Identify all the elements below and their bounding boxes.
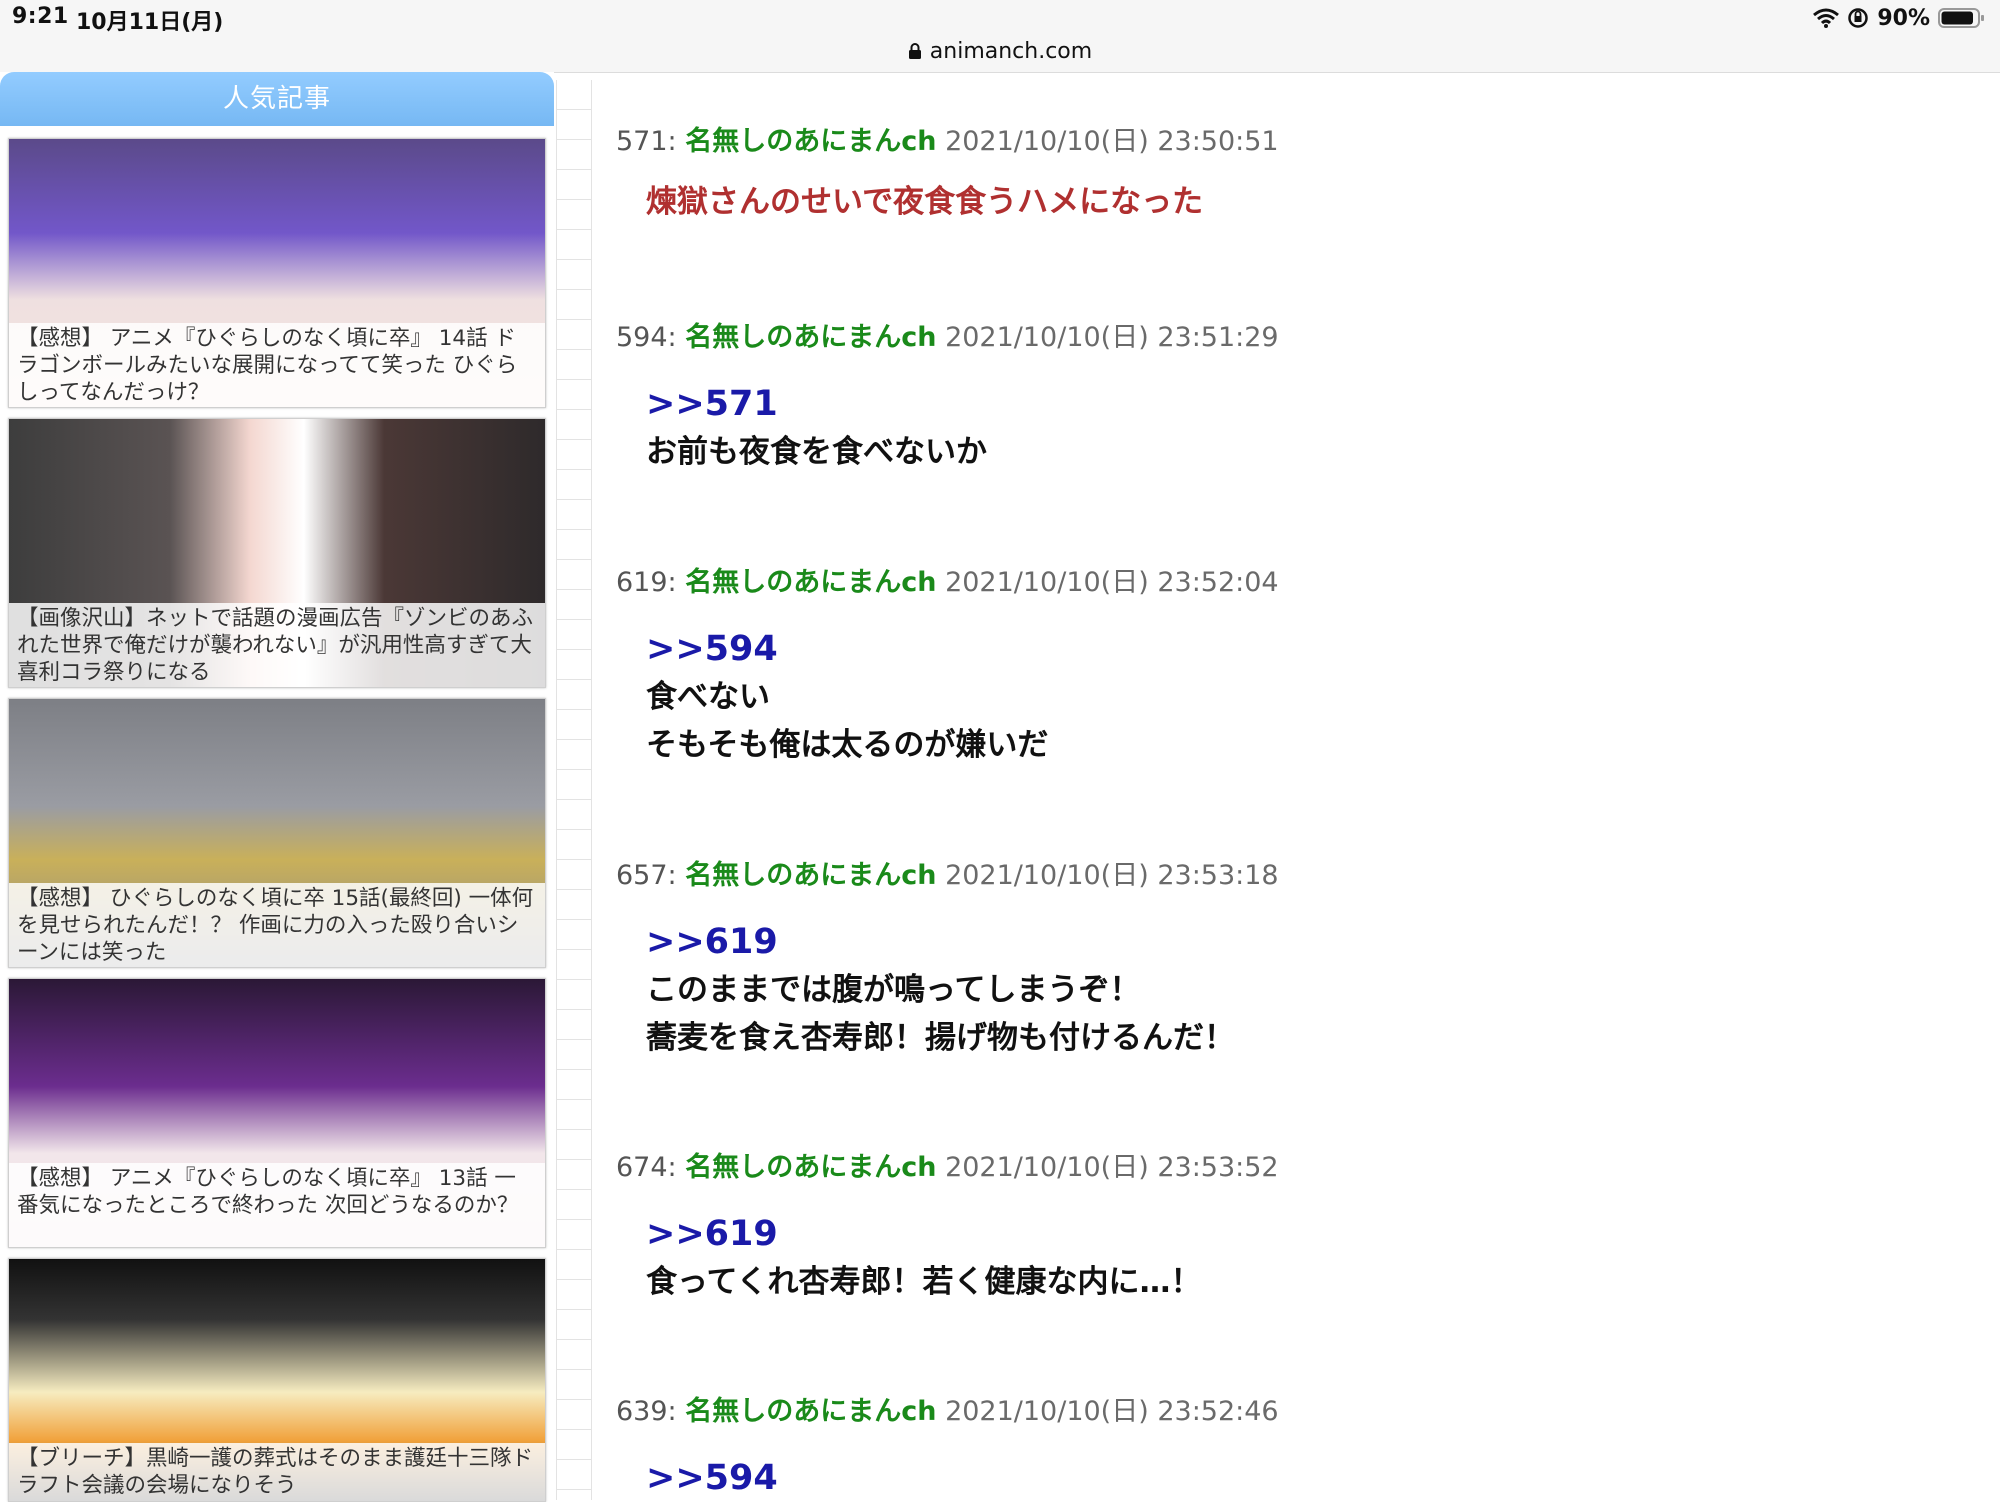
wifi-icon [1813, 8, 1840, 28]
post-body: >>571 お前も夜食を食べないか [646, 380, 1976, 476]
poster-name: 名無しのあにまんch [685, 322, 937, 353]
article-caption[interactable]: 【感想】 アニメ『ひぐらしのなく頃に卒』 14話 ドラゴンボールみたいな展開にな… [9, 323, 545, 407]
status-time: 9:21 [12, 4, 69, 29]
battery-percent: 90% [1877, 5, 1930, 31]
comment-post: 639: 名無しのあにまんch 2021/10/10(日) 23:52:46 >… [616, 1392, 1976, 1502]
post-date: 2021/10/10(日) 23:50:51 [945, 126, 1279, 157]
post-header: 639: 名無しのあにまんch 2021/10/10(日) 23:52:46 [616, 1392, 1976, 1432]
comment-post: 594: 名無しのあにまんch 2021/10/10(日) 23:51:29 >… [616, 318, 1976, 476]
post-text: 煉獄さんのせいで夜食食うハメになった [646, 184, 1204, 220]
comment-post: 657: 名無しのあにまんch 2021/10/10(日) 23:53:18 >… [616, 856, 1976, 1062]
post-number: 571: [616, 126, 677, 157]
post-text: お前も夜食を食べないか [646, 434, 987, 470]
post-date: 2021/10/10(日) 23:52:04 [945, 567, 1279, 598]
post-date: 2021/10/10(日) 23:53:18 [945, 860, 1279, 891]
article-caption[interactable]: 【感想】 アニメ『ひぐらしのなく頃に卒』 13話 一番気になったところで終わった… [9, 1163, 545, 1247]
padlock-icon [908, 42, 922, 60]
post-body: >>619 このままでは腹が鳴ってしまうぞ！ 蕎麦を食え杏寿郎！揚げ物も付けるん… [646, 918, 1976, 1062]
status-bar: 9:21 10月11日(月) 90% animanch.com [0, 0, 2000, 73]
article-caption[interactable]: 【ブリーチ】黒崎一護の葬式はそのまま護廷十三隊ドラフト会議の会場になりそう [9, 1443, 545, 1501]
poster-name: 名無しのあにまんch [685, 126, 937, 157]
post-text: 食ってくれ杏寿郎！若く健康な内に…！ [646, 1264, 1202, 1300]
post-number: 619: [616, 567, 677, 598]
post-header: 571: 名無しのあにまんch 2021/10/10(日) 23:50:51 [616, 122, 1976, 162]
poster-name: 名無しのあにまんch [685, 1152, 937, 1183]
post-number: 657: [616, 860, 677, 891]
status-date: 10月11日(月) [76, 10, 224, 35]
reply-anchor-link[interactable]: >>594 [646, 625, 1976, 673]
battery-icon [1938, 7, 1986, 29]
rotation-lock-icon [1847, 7, 1869, 29]
post-header: 674: 名無しのあにまんch 2021/10/10(日) 23:53:52 [616, 1148, 1976, 1188]
post-body: >>594 食べない そもそも俺は太るのが嫌いだ [646, 625, 1976, 769]
poster-name: 名無しのあにまんch [685, 1396, 937, 1427]
reply-anchor-link[interactable]: >>594 [646, 1454, 1976, 1502]
post-header: 619: 名無しのあにまんch 2021/10/10(日) 23:52:04 [616, 563, 1976, 603]
popular-articles-sidebar: 人気記事 【感想】 アニメ『ひぐらしのなく頃に卒』 14話 ドラゴンボールみたい… [0, 72, 554, 1502]
post-number: 674: [616, 1152, 677, 1183]
post-date: 2021/10/10(日) 23:51:29 [945, 322, 1279, 353]
article-caption[interactable]: 【画像沢山】ネットで話題の漫画広告『ゾンビのあふれた世界で俺だけが襲われない』が… [9, 603, 545, 687]
reply-anchor-link[interactable]: >>571 [646, 380, 1976, 428]
comment-post: 571: 名無しのあにまんch 2021/10/10(日) 23:50:51 煉… [616, 122, 1976, 226]
post-number: 639: [616, 1396, 677, 1427]
poster-name: 名無しのあにまんch [685, 567, 937, 598]
column-divider-grid [556, 80, 592, 1500]
post-text: このままでは腹が鳴ってしまうぞ！ [646, 972, 1141, 1008]
post-header: 657: 名無しのあにまんch 2021/10/10(日) 23:53:18 [616, 856, 1976, 896]
sidebar-title: 人気記事 [0, 72, 554, 126]
post-body: >>619 食ってくれ杏寿郎！若く健康な内に…！ [646, 1210, 1976, 1306]
article-card[interactable]: 【感想】 アニメ『ひぐらしのなく頃に卒』 13話 一番気になったところで終わった… [8, 978, 546, 1248]
post-date: 2021/10/10(日) 23:52:46 [945, 1396, 1279, 1427]
post-text: 食べない [646, 679, 770, 715]
url-text: animanch.com [929, 38, 1093, 64]
post-text: 蕎麦を食え杏寿郎！揚げ物も付けるんだ！ [646, 1020, 1235, 1056]
article-card[interactable]: 【感想】 アニメ『ひぐらしのなく頃に卒』 14話 ドラゴンボールみたいな展開にな… [8, 138, 546, 408]
comment-post: 619: 名無しのあにまんch 2021/10/10(日) 23:52:04 >… [616, 563, 1976, 769]
post-date: 2021/10/10(日) 23:53:52 [945, 1152, 1279, 1183]
post-body: 煉獄さんのせいで夜食食うハメになった [646, 178, 1976, 226]
reply-anchor-link[interactable]: >>619 [646, 918, 1976, 966]
post-number: 594: [616, 322, 677, 353]
article-card[interactable]: 【ブリーチ】黒崎一護の葬式はそのまま護廷十三隊ドラフト会議の会場になりそう [8, 1258, 546, 1502]
article-caption[interactable]: 【感想】 ひぐらしのなく頃に卒 15話(最終回) 一体何を見せられたんだ！？ 作… [9, 883, 545, 967]
address-bar[interactable]: animanch.com [0, 34, 2000, 68]
post-body: >>594 [646, 1454, 1976, 1502]
reply-anchor-link[interactable]: >>619 [646, 1210, 1976, 1258]
status-icons: 90% [1813, 4, 1986, 32]
article-card[interactable]: 【画像沢山】ネットで話題の漫画広告『ゾンビのあふれた世界で俺だけが襲われない』が… [8, 418, 546, 688]
comment-post: 674: 名無しのあにまんch 2021/10/10(日) 23:53:52 >… [616, 1148, 1976, 1306]
post-text: そもそも俺は太るのが嫌いだ [646, 727, 1049, 763]
poster-name: 名無しのあにまんch [685, 860, 937, 891]
comment-thread: 571: 名無しのあにまんch 2021/10/10(日) 23:50:51 煉… [616, 72, 1976, 1500]
post-header: 594: 名無しのあにまんch 2021/10/10(日) 23:51:29 [616, 318, 1976, 358]
article-card[interactable]: 【感想】 ひぐらしのなく頃に卒 15話(最終回) 一体何を見せられたんだ！？ 作… [8, 698, 546, 968]
